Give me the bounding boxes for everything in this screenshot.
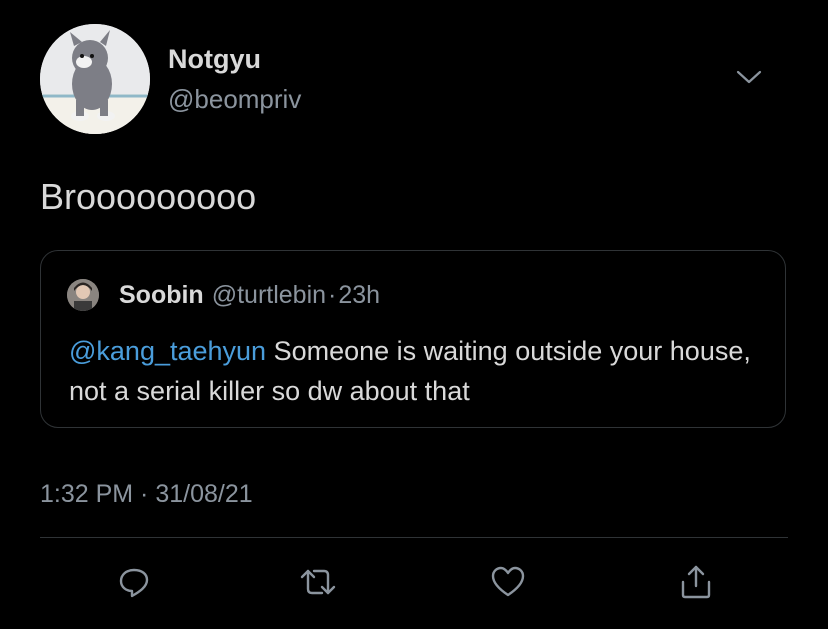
share-icon bbox=[681, 565, 711, 599]
quoted-avatar bbox=[67, 279, 99, 311]
quoted-separator: · bbox=[328, 281, 337, 309]
reply-button[interactable] bbox=[114, 562, 154, 602]
share-button[interactable] bbox=[676, 562, 716, 602]
like-button[interactable] bbox=[488, 562, 528, 602]
quoted-body: @kang_taehyun Someone is waiting outside… bbox=[69, 331, 769, 411]
retweet-icon bbox=[300, 569, 336, 595]
quoted-display-name: Soobin bbox=[119, 281, 204, 309]
divider bbox=[40, 537, 788, 538]
tweet-timestamp[interactable]: 1:32 PM · 31/08/21 bbox=[40, 480, 253, 509]
quoted-tweet-card[interactable]: Soobin @turtlebin·23h @kang_taehyun Someo… bbox=[40, 250, 786, 428]
chevron-down-icon[interactable] bbox=[736, 68, 762, 86]
tweet-text: Brooooooooo bbox=[40, 176, 257, 217]
heart-icon bbox=[491, 566, 525, 597]
cat-cartoon-avatar-image bbox=[40, 24, 150, 134]
quoted-header: Soobin @turtlebin·23h bbox=[119, 281, 380, 310]
quoted-mention-link[interactable]: @kang_taehyun bbox=[69, 336, 266, 366]
reply-icon bbox=[119, 568, 149, 598]
author-display-name[interactable]: Notgyu bbox=[168, 44, 261, 75]
quoted-age: 23h bbox=[338, 281, 381, 309]
avatar[interactable] bbox=[40, 24, 150, 134]
author-handle[interactable]: @beompriv bbox=[168, 84, 301, 115]
quoted-handle: @turtlebin bbox=[211, 281, 327, 309]
retweet-button[interactable] bbox=[298, 562, 338, 602]
